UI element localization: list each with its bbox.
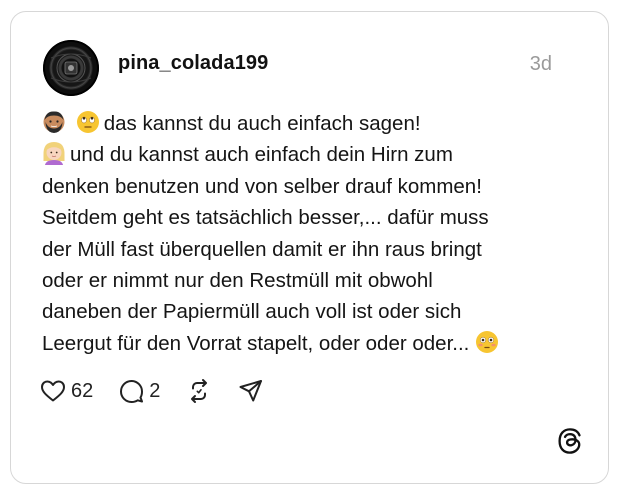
- post-line: oder er nimmt nur den Restmüll mit obwoh…: [42, 269, 433, 293]
- post-line: Seitdem geht es tatsächlich besser,... d…: [42, 206, 489, 230]
- post-text: das kannst du auch einfach sagen! und du…: [42, 108, 587, 359]
- post-actions: 62 2: [40, 376, 290, 406]
- post-line: denken benutzen und von selber drauf kom…: [42, 174, 482, 198]
- post-line: der Müll fast überquellen damit er ihn r…: [42, 237, 482, 261]
- comment-icon: [120, 379, 144, 403]
- heart-icon: [41, 380, 65, 402]
- post-line: das kannst du auch einfach sagen!: [42, 108, 587, 139]
- woman-blond-emoji: [43, 142, 65, 166]
- share-icon: [239, 380, 263, 402]
- reply-count: 2: [149, 379, 161, 402]
- avatar[interactable]: [43, 40, 99, 96]
- reply-button[interactable]: 2: [119, 379, 160, 404]
- like-count: 62: [71, 379, 94, 402]
- threads-logo-icon[interactable]: [556, 427, 584, 455]
- post-line: Leergut für den Vorrat stapelt, oder ode…: [42, 328, 587, 359]
- man-bearded-emoji: [43, 111, 65, 133]
- repost-icon: [191, 379, 208, 403]
- post-line: daneben der Papiermüll auch voll ist ode…: [42, 300, 462, 324]
- share-button[interactable]: [238, 378, 264, 404]
- post-timestamp: 3d: [529, 53, 552, 75]
- username[interactable]: pina_colada199: [118, 52, 268, 75]
- like-button[interactable]: 62: [40, 379, 93, 403]
- post-line-text: das kannst du auch einfach sagen!: [103, 112, 421, 135]
- post-line: und du kannst auch einfach dein Hirn zum: [42, 139, 587, 170]
- face-with-rolling-eyes-emoji: [76, 111, 99, 133]
- flushed-face-emoji: [476, 330, 499, 353]
- repost-button[interactable]: [186, 378, 212, 404]
- post-card: pina_colada199 3d das kannst du auch ein…: [10, 11, 609, 484]
- avatar-image: [43, 40, 99, 96]
- post-line-text: und du kannst auch einfach dein Hirn zum: [70, 143, 453, 167]
- post-line-text: Leergut für den Vorrat stapelt, oder ode…: [42, 331, 470, 355]
